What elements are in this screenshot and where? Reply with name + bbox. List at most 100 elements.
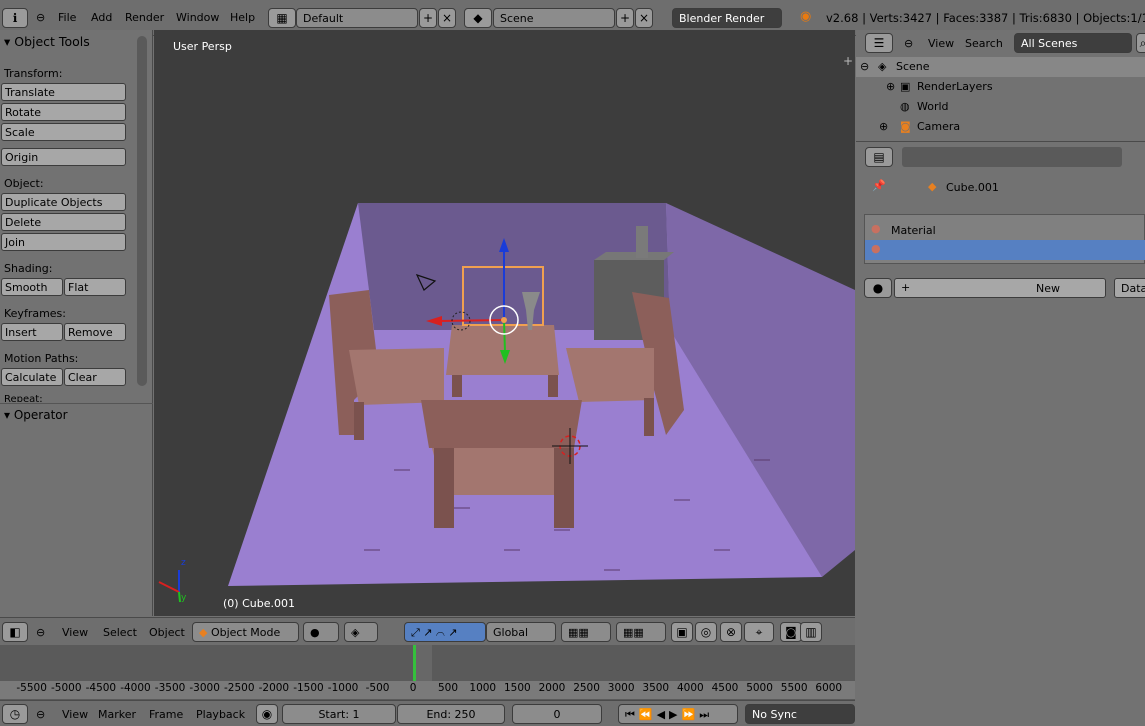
mode-selector[interactable]: ◆ Object Mode <box>192 622 299 642</box>
layer-buttons-b[interactable]: ▦▦ <box>616 622 666 642</box>
new-material-button[interactable]: + New <box>894 278 1106 298</box>
menu-render[interactable]: Render <box>125 11 164 24</box>
collapse-icon[interactable]: ⊖ <box>36 708 45 721</box>
pin-icon[interactable]: 📌 <box>872 179 886 192</box>
menu-file[interactable]: File <box>58 11 76 24</box>
expand-icon[interactable]: ⊕ <box>879 120 888 133</box>
gizmo-y-axis <box>503 319 506 353</box>
material-slot-list: ● Material ● <box>864 214 1145 264</box>
remove-keyframe-button[interactable]: Remove <box>64 323 126 341</box>
translate-button[interactable]: Translate <box>1 83 126 101</box>
object-tools-header[interactable]: ▾ Object Tools <box>4 34 90 49</box>
snap-icon[interactable]: ⊗ <box>720 622 742 642</box>
ruler-tick-label: 1500 <box>504 682 531 694</box>
layout-selector[interactable]: Default <box>296 8 418 28</box>
render-still-icon[interactable]: ◙ <box>780 622 802 642</box>
3d-viewport[interactable]: User Persp + z y (0) Cube.001 <box>154 30 855 616</box>
outliner-row-scene[interactable]: ⊖ ◈ Scene <box>856 57 1145 77</box>
add-scene-icon[interactable]: + <box>616 8 634 28</box>
origin-button[interactable]: Origin <box>1 148 126 166</box>
material-sphere-icon: ● <box>871 222 881 235</box>
frame-menu[interactable]: Frame <box>149 708 183 721</box>
search-icon[interactable]: ⌕ <box>1136 33 1145 53</box>
viewport-editor-icon[interactable]: ◧ <box>2 622 28 642</box>
pivot-selector[interactable]: ◈ <box>344 622 378 642</box>
rotate-button[interactable]: Rotate <box>1 103 126 121</box>
material-slot-empty[interactable]: ● <box>865 240 1145 260</box>
current-frame-field[interactable]: 0 <box>512 704 602 724</box>
keying-set-icon[interactable]: ◉ <box>256 704 278 724</box>
scene-selector[interactable]: Scene <box>493 8 615 28</box>
operator-panel-header[interactable]: ▾ Operator <box>4 408 68 422</box>
proportional-edit-icon[interactable]: ◎ <box>695 622 717 642</box>
timeline-view-menu[interactable]: View <box>62 708 88 721</box>
marker-menu[interactable]: Marker <box>98 708 136 721</box>
calculate-button[interactable]: Calculate <box>1 368 63 386</box>
flat-button[interactable]: Flat <box>64 278 126 296</box>
properties-editor-icon[interactable]: ▤ <box>865 147 893 167</box>
scale-button[interactable]: Scale <box>1 123 126 141</box>
expand-icon[interactable]: ⊕ <box>886 80 895 93</box>
cube-icon: ◆ <box>928 180 937 193</box>
clear-button[interactable]: Clear <box>64 368 126 386</box>
object-section-label: Object: <box>4 177 44 190</box>
layer-buttons-a[interactable]: ▦▦ <box>561 622 611 642</box>
outliner-item-camera-label: Camera <box>917 120 961 133</box>
outliner-search-menu[interactable]: Search <box>965 37 1003 50</box>
material-slot[interactable]: ● Material <box>865 220 1145 240</box>
render-engine-selector[interactable]: Blender Render <box>672 8 782 28</box>
scene-icon[interactable]: ◆ <box>464 8 492 28</box>
outliner-row-renderlayers[interactable]: ⊕ ▣ RenderLayers <box>856 77 1145 97</box>
collapse-icon[interactable]: ⊖ <box>36 11 45 24</box>
info-editor-icon[interactable]: ℹ <box>2 8 28 28</box>
expand-icon[interactable]: ⊖ <box>860 60 869 73</box>
start-frame-field[interactable]: Start: 1 <box>282 704 396 724</box>
delete-button[interactable]: Delete <box>1 213 126 231</box>
insert-keyframe-button[interactable]: Insert <box>1 323 63 341</box>
view-menu[interactable]: View <box>62 626 88 639</box>
orientation-selector[interactable]: Global <box>486 622 556 642</box>
ruler-tick-label: -1000 <box>327 682 359 694</box>
object-menu[interactable]: Object <box>149 626 185 639</box>
outliner-row-camera[interactable]: ⊕ ◙ Camera <box>856 117 1145 137</box>
outliner-editor-icon[interactable]: ☰ <box>865 33 893 53</box>
operator-title: Operator <box>13 408 68 422</box>
remove-scene-icon[interactable]: × <box>635 8 653 28</box>
menu-help[interactable]: Help <box>230 11 255 24</box>
end-frame-field[interactable]: End: 250 <box>397 704 505 724</box>
snap-element-icon[interactable]: ⌖ <box>744 622 774 642</box>
outliner-view-menu[interactable]: View <box>928 37 954 50</box>
playback-controls[interactable]: ⏮⏪◀▶⏩⏭ <box>618 704 738 724</box>
material-browse-icon[interactable]: ● <box>864 278 892 298</box>
select-menu[interactable]: Select <box>103 626 137 639</box>
render-animation-icon[interactable]: ▥ <box>800 622 822 642</box>
properties-tabs[interactable] <box>902 147 1122 167</box>
layout-icon[interactable]: ▦ <box>268 8 296 28</box>
outliner-item-renderlayers-label: RenderLayers <box>917 80 993 93</box>
current-frame-indicator[interactable] <box>413 645 416 681</box>
properties-panel: ▤ 📌 ◆ Cube.001 ● Material ● ● + New Data <box>856 144 1145 726</box>
menu-window[interactable]: Window <box>176 11 219 24</box>
active-object-label: (0) Cube.001 <box>223 597 295 610</box>
sync-selector[interactable]: No Sync <box>745 704 855 724</box>
collapse-icon[interactable]: ⊖ <box>904 37 913 50</box>
menu-add[interactable]: Add <box>91 11 112 24</box>
collapse-icon[interactable]: ⊖ <box>36 626 45 639</box>
duplicate-objects-button[interactable]: Duplicate Objects <box>1 193 126 211</box>
add-layout-icon[interactable]: + <box>419 8 437 28</box>
render-layer-icon[interactable]: ▣ <box>671 622 693 642</box>
outliner-row-world[interactable]: ◍ World <box>856 97 1145 117</box>
timeline-editor-icon[interactable]: ◷ <box>2 704 28 724</box>
ruler-tick-label: -4500 <box>85 682 117 694</box>
playback-menu[interactable]: Playback <box>196 708 245 721</box>
data-link-button[interactable]: Data <box>1114 278 1145 298</box>
tool-shelf-scrollbar[interactable] <box>137 36 147 386</box>
join-button[interactable]: Join <box>1 233 126 251</box>
shading-selector[interactable]: ● <box>303 622 339 642</box>
outliner-filter-selector[interactable]: All Scenes <box>1014 33 1132 53</box>
manipulator-toggles[interactable]: ⤢ ↗ ⌒ ↗ <box>404 622 486 642</box>
remove-layout-icon[interactable]: × <box>438 8 456 28</box>
smooth-button[interactable]: Smooth <box>1 278 63 296</box>
outliner-panel: ☰ ⊖ View Search All Scenes ⌕ ⊖ ◈ Scene ⊕… <box>856 30 1145 142</box>
timeline-area[interactable]: -5500 -5000 -4500 -4000 -3500 -3000 -2500 -2000… <box>0 645 855 700</box>
